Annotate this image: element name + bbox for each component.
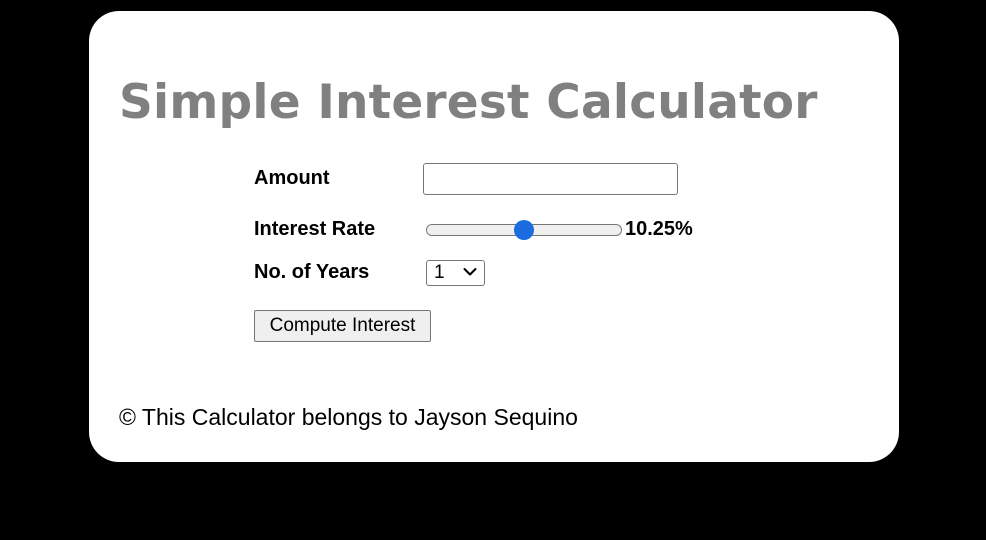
amount-input[interactable] — [423, 163, 678, 195]
interest-rate-value: 10.25% — [625, 218, 693, 240]
calculator-card: Simple Interest Calculator Amount Intere… — [89, 11, 899, 462]
footer-copyright: © This Calculator belongs to Jayson Sequ… — [119, 404, 578, 430]
compute-interest-button[interactable]: Compute Interest — [254, 310, 431, 342]
amount-label: Amount — [254, 167, 330, 189]
years-label: No. of Years — [254, 261, 370, 283]
page-title: Simple Interest Calculator — [119, 75, 818, 130]
interest-rate-slider[interactable] — [426, 220, 622, 240]
years-selected-value: 1 — [434, 262, 445, 283]
years-select[interactable]: 1 — [426, 260, 485, 286]
interest-rate-label: Interest Rate — [254, 218, 376, 240]
chevron-down-icon — [463, 268, 477, 276]
slider-thumb[interactable] — [514, 220, 534, 240]
slider-fill — [427, 225, 525, 235]
